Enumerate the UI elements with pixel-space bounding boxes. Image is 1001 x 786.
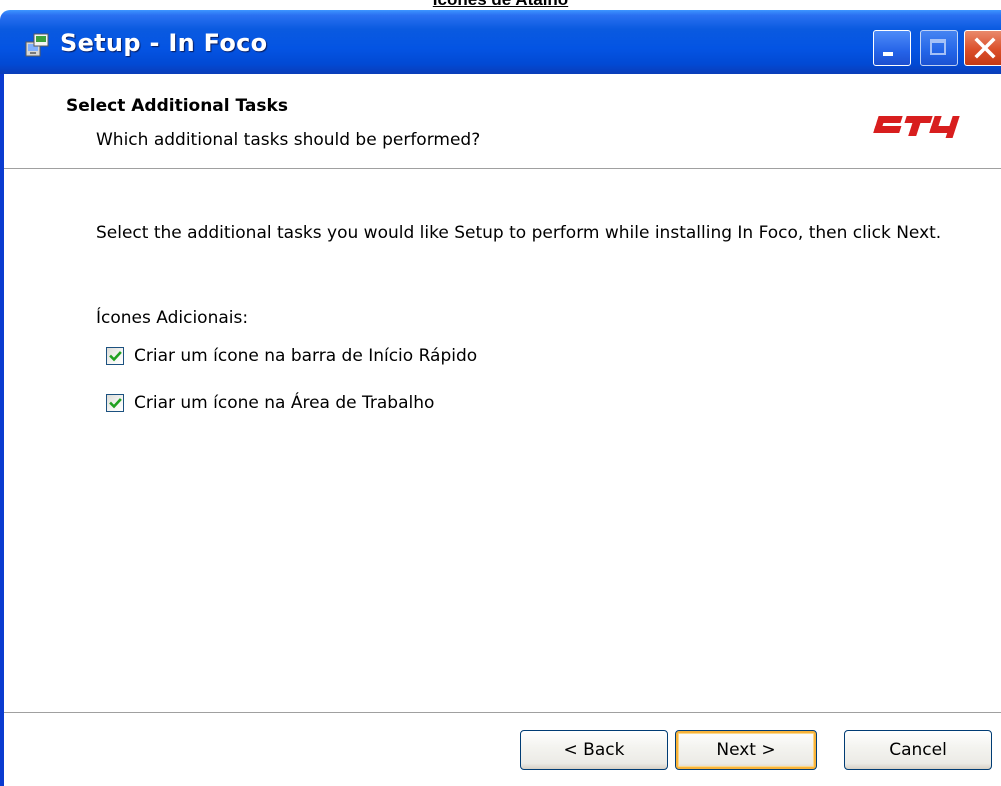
header-divider [4,168,1001,170]
checkmark-icon [109,398,122,409]
maximize-button[interactable] [920,30,958,66]
quick-launch-checkbox[interactable] [106,347,124,365]
cancel-button[interactable]: Cancel [844,730,992,770]
setup-app-icon [25,33,49,57]
quick-launch-label[interactable]: Criar um ícone na barra de Início Rápido [134,346,477,366]
setup-window: Setup - In Foco Select Additional Tasks … [0,10,1001,786]
close-icon [974,37,996,59]
page-title: Select Additional Tasks [66,96,288,116]
next-button[interactable]: Next > [675,730,817,770]
wizard-content: Select Additional Tasks Which additional… [0,74,1001,786]
minimize-button[interactable] [873,30,911,66]
brand-logo [873,116,960,138]
close-button[interactable] [964,30,1001,66]
wizard-header: Select Additional Tasks Which additional… [4,74,1001,168]
title-bar[interactable]: Setup - In Foco [0,10,1001,74]
desktop-icon-checkbox[interactable] [106,394,124,412]
back-button[interactable]: < Back [520,730,668,770]
checkmark-icon [109,351,122,362]
task-quick-launch-icon[interactable]: Criar um ícone na barra de Início Rápido [106,344,477,368]
task-desktop-icon[interactable]: Criar um ícone na Área de Trabalho [106,391,434,415]
intro-text: Select the additional tasks you would li… [96,223,942,243]
maximize-icon [930,39,946,55]
document-heading: Ícones de Atalho [0,0,1001,10]
window-title: Setup - In Foco [60,29,268,57]
page-subtitle: Which additional tasks should be perform… [96,130,481,150]
desktop-icon-label[interactable]: Criar um ícone na Área de Trabalho [134,393,434,413]
additional-icons-label: Ícones Adicionais: [96,308,249,328]
minimize-icon [883,52,893,56]
footer-divider [4,712,1001,714]
